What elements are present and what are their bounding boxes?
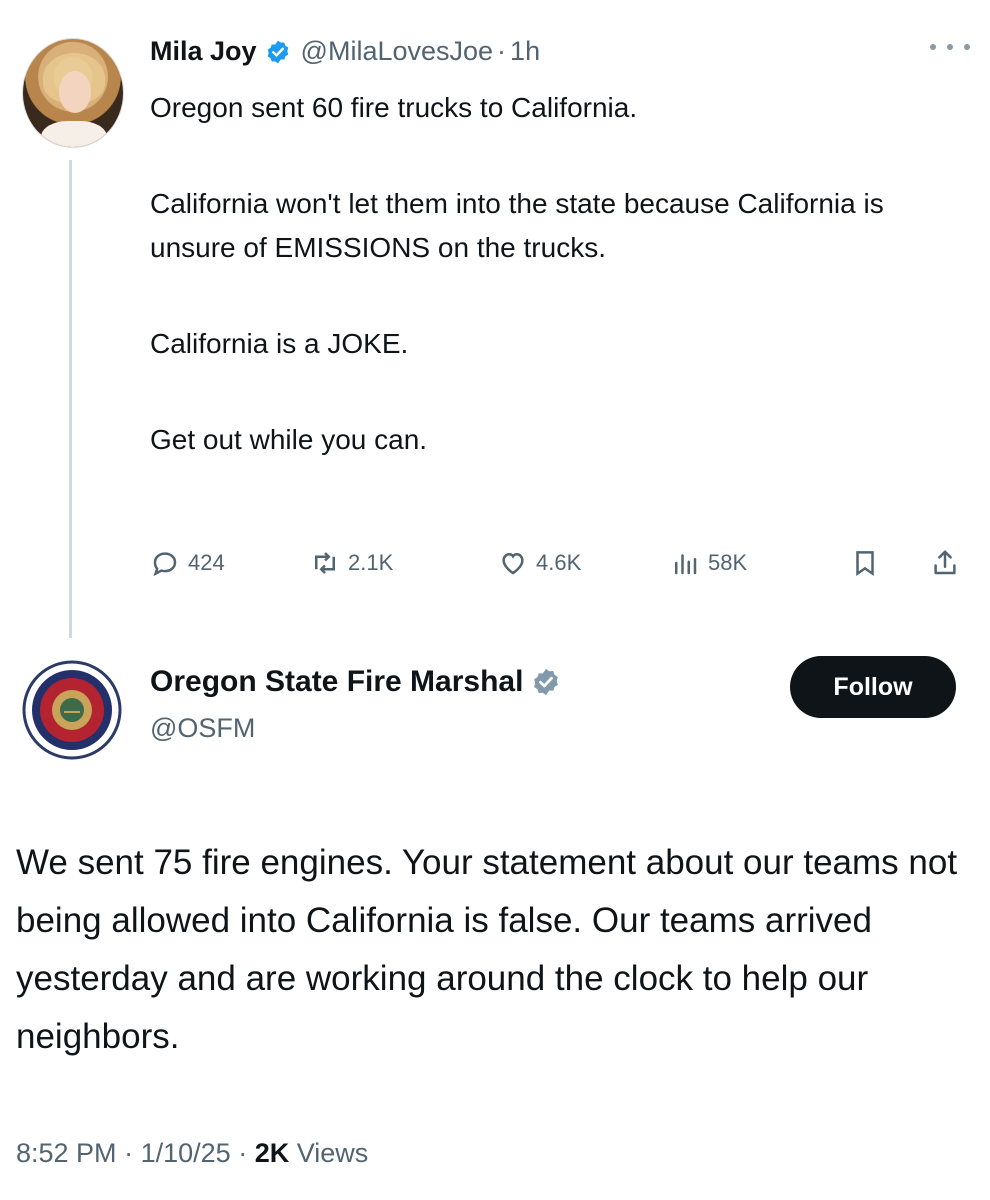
tweet-meta: 8:52 PM · 1/10/25 · 2K Views [16, 1138, 368, 1169]
tweet-paragraph: Get out while you can. [150, 424, 428, 455]
thread-connector-line [69, 160, 72, 638]
avatar[interactable] [22, 38, 124, 148]
more-icon[interactable] [930, 44, 970, 54]
reply-count: 424 [188, 550, 225, 575]
reply-button[interactable]: 424 [150, 548, 225, 578]
bookmark-icon [856, 551, 874, 577]
repost-button[interactable]: 2.1K [310, 548, 393, 578]
verified-badge-icon [534, 668, 559, 696]
tweet-paragraph: Oregon sent 60 fire trucks to California… [150, 92, 638, 123]
reply-icon [153, 552, 177, 577]
post-time[interactable]: 8:52 PM [16, 1138, 117, 1168]
fire-marshal-seal-icon [22, 660, 122, 760]
timestamp[interactable]: 1h [510, 36, 540, 67]
author-handle[interactable]: @OSFM [150, 713, 255, 744]
tweet-paragraph: California is a JOKE. [150, 328, 409, 359]
meta-separator: · [497, 36, 507, 66]
like-button[interactable]: 4.6K [498, 548, 581, 578]
meta-separator: · [124, 1138, 141, 1168]
tweet-text: Oregon sent 60 fire trucks to California… [150, 86, 970, 462]
view-count: 58K [708, 550, 748, 575]
author-handle[interactable]: @MilaLovesJoe [301, 36, 494, 67]
follow-button[interactable]: Follow [790, 656, 956, 718]
tweet-paragraph: California won't let them into the state… [150, 188, 884, 263]
post-date[interactable]: 1/10/25 [141, 1138, 231, 1168]
views-count: 2K [254, 1138, 290, 1168]
views-button[interactable]: 58K [670, 548, 747, 578]
meta-separator: · [238, 1138, 255, 1168]
repost-count: 2.1K [348, 550, 394, 575]
share-icon [934, 550, 956, 575]
reply-header: Oregon State Fire Marshal [150, 665, 571, 699]
reply-text: We sent 75 fire engines. Your statement … [16, 843, 958, 1056]
author-name[interactable]: Mila Joy [150, 36, 257, 67]
author-name[interactable]: Oregon State Fire Marshal [150, 665, 523, 699]
views-icon [675, 554, 697, 575]
views-label: Views [296, 1138, 369, 1168]
repost-icon [315, 552, 335, 574]
action-bar: 424 2.1K 4.6K 58K [150, 548, 980, 588]
like-count: 4.6K [536, 550, 582, 575]
tweet-header: Mila Joy @MilaLovesJoe · 1h [150, 36, 540, 67]
verified-badge-icon [267, 40, 288, 63]
bookmark-button[interactable] [850, 548, 880, 578]
like-icon [502, 552, 524, 575]
avatar[interactable] [22, 660, 122, 760]
share-button[interactable] [930, 548, 960, 578]
